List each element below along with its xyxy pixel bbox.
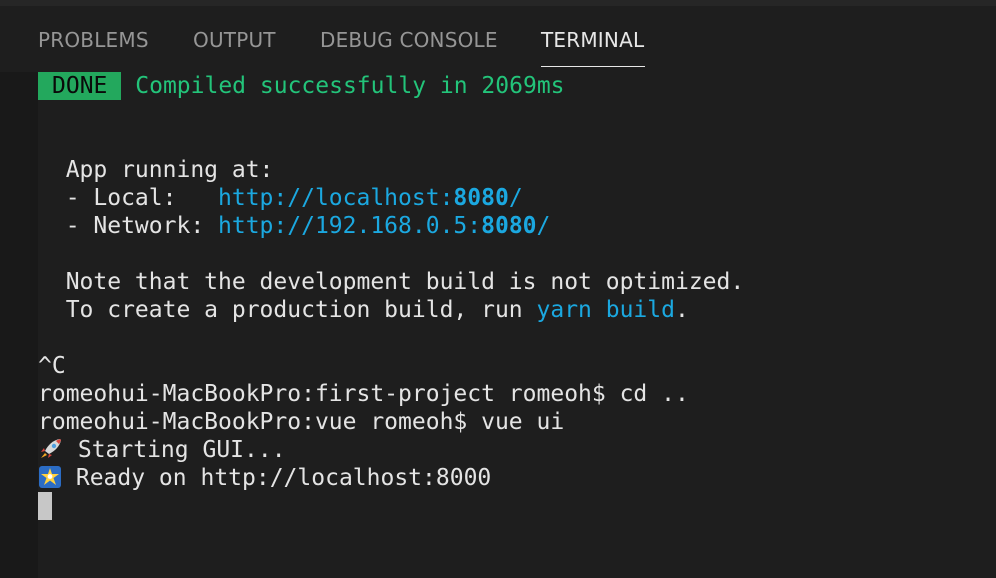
rocket-icon [38, 437, 64, 461]
tab-debug-console[interactable]: DEBUG CONSOLE [320, 28, 498, 52]
terminal-output[interactable]: DONE Compiled successfully in 2069ms App… [38, 72, 996, 578]
tab-problems[interactable]: PROBLEMS [38, 28, 149, 52]
production-build-line: To create a production build, run yarn b… [38, 297, 689, 323]
panel-tab-bar: PROBLEMS OUTPUT DEBUG CONSOLE TERMINAL [0, 6, 996, 72]
starting-gui-line: Starting GUI... [38, 436, 286, 464]
note-line: Note that the development build is not o… [38, 269, 745, 295]
local-url-link[interactable]: http://localhost:8080/ [218, 185, 523, 211]
tab-output[interactable]: OUTPUT [193, 28, 276, 52]
done-badge: DONE [38, 72, 122, 100]
star-burst-icon [38, 465, 62, 489]
yarn-build-command: yarn build [536, 297, 675, 323]
ready-text: Ready on http://localhost:8000 [62, 465, 492, 491]
terminal-gutter [0, 72, 38, 578]
network-url-line: - Network: http://192.168.0.5:8080/ [38, 212, 551, 240]
ready-line: Ready on http://localhost:8000 [38, 464, 491, 492]
prompt-line-vue-ui: romeohui-MacBookPro:vue romeoh$ vue ui [38, 409, 565, 435]
network-label: - Network: [38, 213, 219, 239]
prompt-line-cd: romeohui-MacBookPro:first-project romeoh… [38, 381, 689, 407]
local-url-line: - Local: http://localhost:8080/ [38, 184, 523, 212]
local-label: - Local: [38, 185, 219, 211]
compile-status-line: DONE Compiled successfully in 2069ms [38, 72, 565, 100]
compiled-message: Compiled successfully in 2069ms [135, 73, 565, 99]
app-running-line: App running at: [38, 157, 274, 183]
network-url-link[interactable]: http://192.168.0.5:8080/ [218, 213, 550, 239]
terminal-cursor [38, 492, 52, 520]
tab-terminal[interactable]: TERMINAL [541, 28, 644, 52]
ctrl-c-line: ^C [38, 353, 66, 379]
starting-gui-text: Starting GUI... [64, 437, 286, 463]
active-tab-indicator [541, 66, 645, 67]
vscode-panel: PROBLEMS OUTPUT DEBUG CONSOLE TERMINAL D… [0, 0, 996, 578]
